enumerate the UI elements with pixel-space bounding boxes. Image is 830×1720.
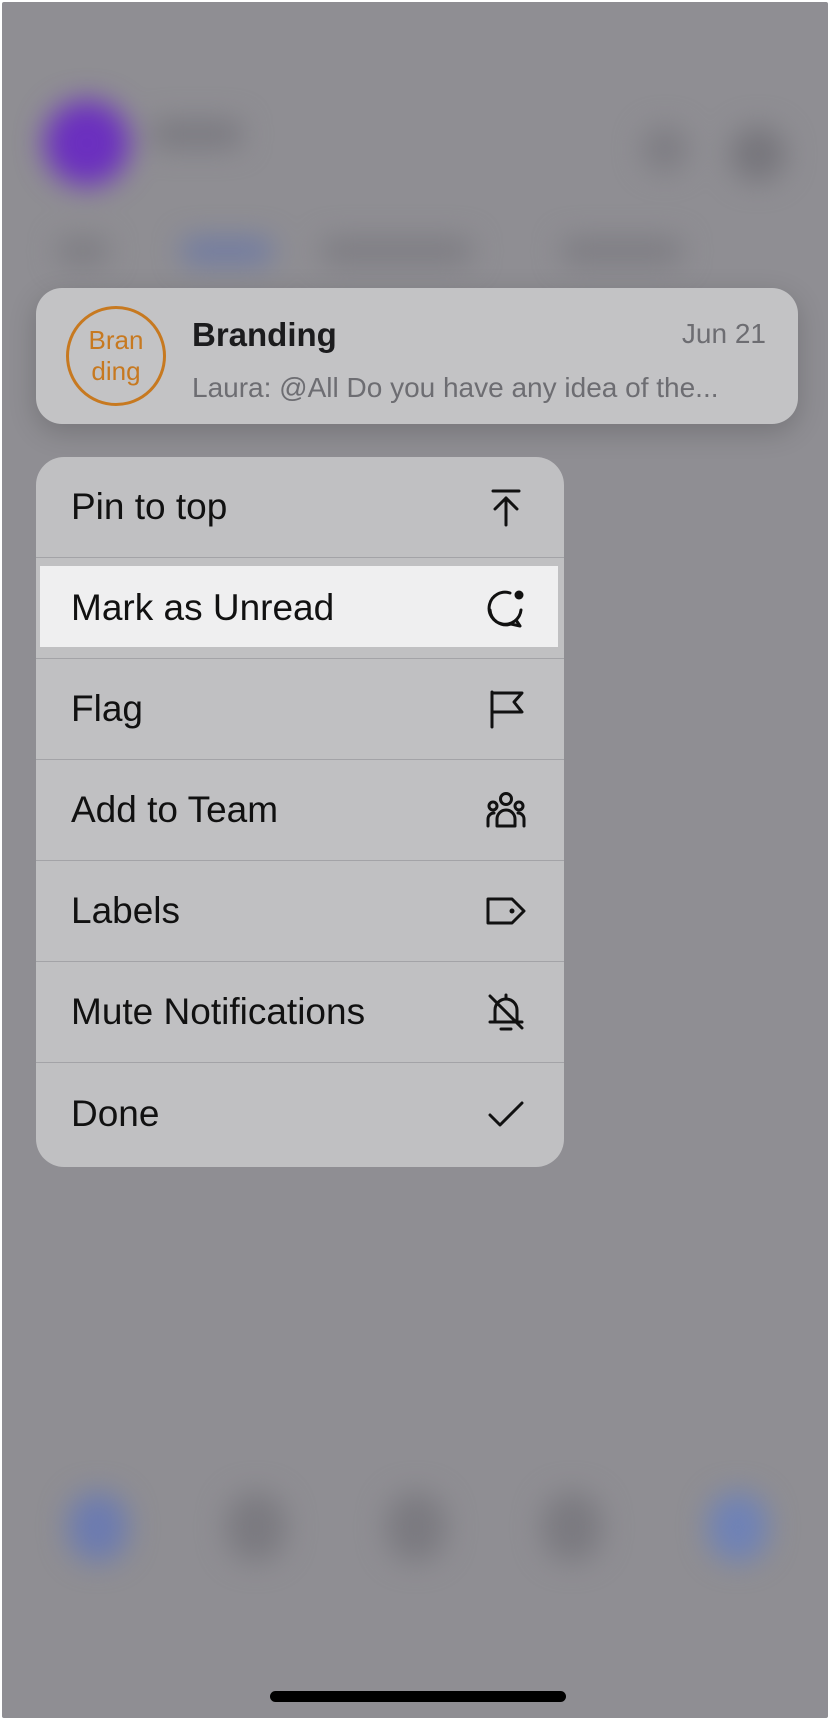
background-avatar xyxy=(44,100,130,186)
menu-item-mute-notifications[interactable]: Mute Notifications xyxy=(36,962,564,1063)
menu-item-add-to-team[interactable]: Add to Team xyxy=(36,760,564,861)
avatar-text-line2: ding xyxy=(91,356,141,386)
chat-last-message: Laura: @All Do you have any idea of the.… xyxy=(192,372,719,403)
checkmark-icon xyxy=(484,1092,528,1136)
background-nav-item xyxy=(708,1492,768,1562)
context-menu: Pin to top Mark as Unread Flag Add to Te… xyxy=(36,457,564,1167)
chat-name: Branding xyxy=(192,316,337,353)
menu-item-label: Add to Team xyxy=(71,789,279,830)
menu-item-label: Mute Notifications xyxy=(71,991,366,1032)
menu-item-label: Labels xyxy=(71,890,181,931)
bell-off-icon xyxy=(484,990,528,1034)
background-nav-item xyxy=(68,1492,128,1562)
menu-item-label: Done xyxy=(71,1092,160,1134)
menu-item-mark-as-unread[interactable]: Mark as Unread xyxy=(36,558,564,659)
avatar-text-line1: Bran xyxy=(88,325,144,355)
chat-date: Jun 21 xyxy=(681,318,766,349)
menu-item-done[interactable]: Done xyxy=(36,1063,564,1164)
background-header-icon xyxy=(642,126,688,172)
background-header-icon xyxy=(730,126,786,182)
team-icon xyxy=(484,788,528,832)
background-tab xyxy=(58,238,108,264)
home-indicator[interactable] xyxy=(270,1691,566,1702)
menu-item-label: Mark as Unread xyxy=(71,587,335,628)
group-avatar: Bran ding xyxy=(66,306,166,406)
menu-item-flag[interactable]: Flag xyxy=(36,659,564,760)
menu-item-pin-to-top[interactable]: Pin to top xyxy=(36,457,564,558)
chat-preview-card[interactable]: Bran ding Branding Jun 21 Laura: @All Do… xyxy=(36,288,798,424)
background-tab xyxy=(322,238,472,264)
background-tab xyxy=(562,238,682,264)
screen: Bran ding Branding Jun 21 Laura: @All Do… xyxy=(2,2,828,1718)
mark-unread-icon xyxy=(484,586,528,630)
background-nav-item xyxy=(386,1492,446,1562)
background-nav-item xyxy=(542,1492,602,1562)
menu-item-labels[interactable]: Labels xyxy=(36,861,564,962)
flag-icon xyxy=(484,687,528,731)
menu-item-label: Flag xyxy=(71,688,143,729)
pin-to-top-icon xyxy=(484,485,528,529)
background-title xyxy=(152,120,242,148)
menu-item-label: Pin to top xyxy=(71,486,228,527)
background-nav-item xyxy=(226,1492,286,1562)
label-tag-icon xyxy=(484,889,528,933)
background-tab xyxy=(182,238,272,264)
